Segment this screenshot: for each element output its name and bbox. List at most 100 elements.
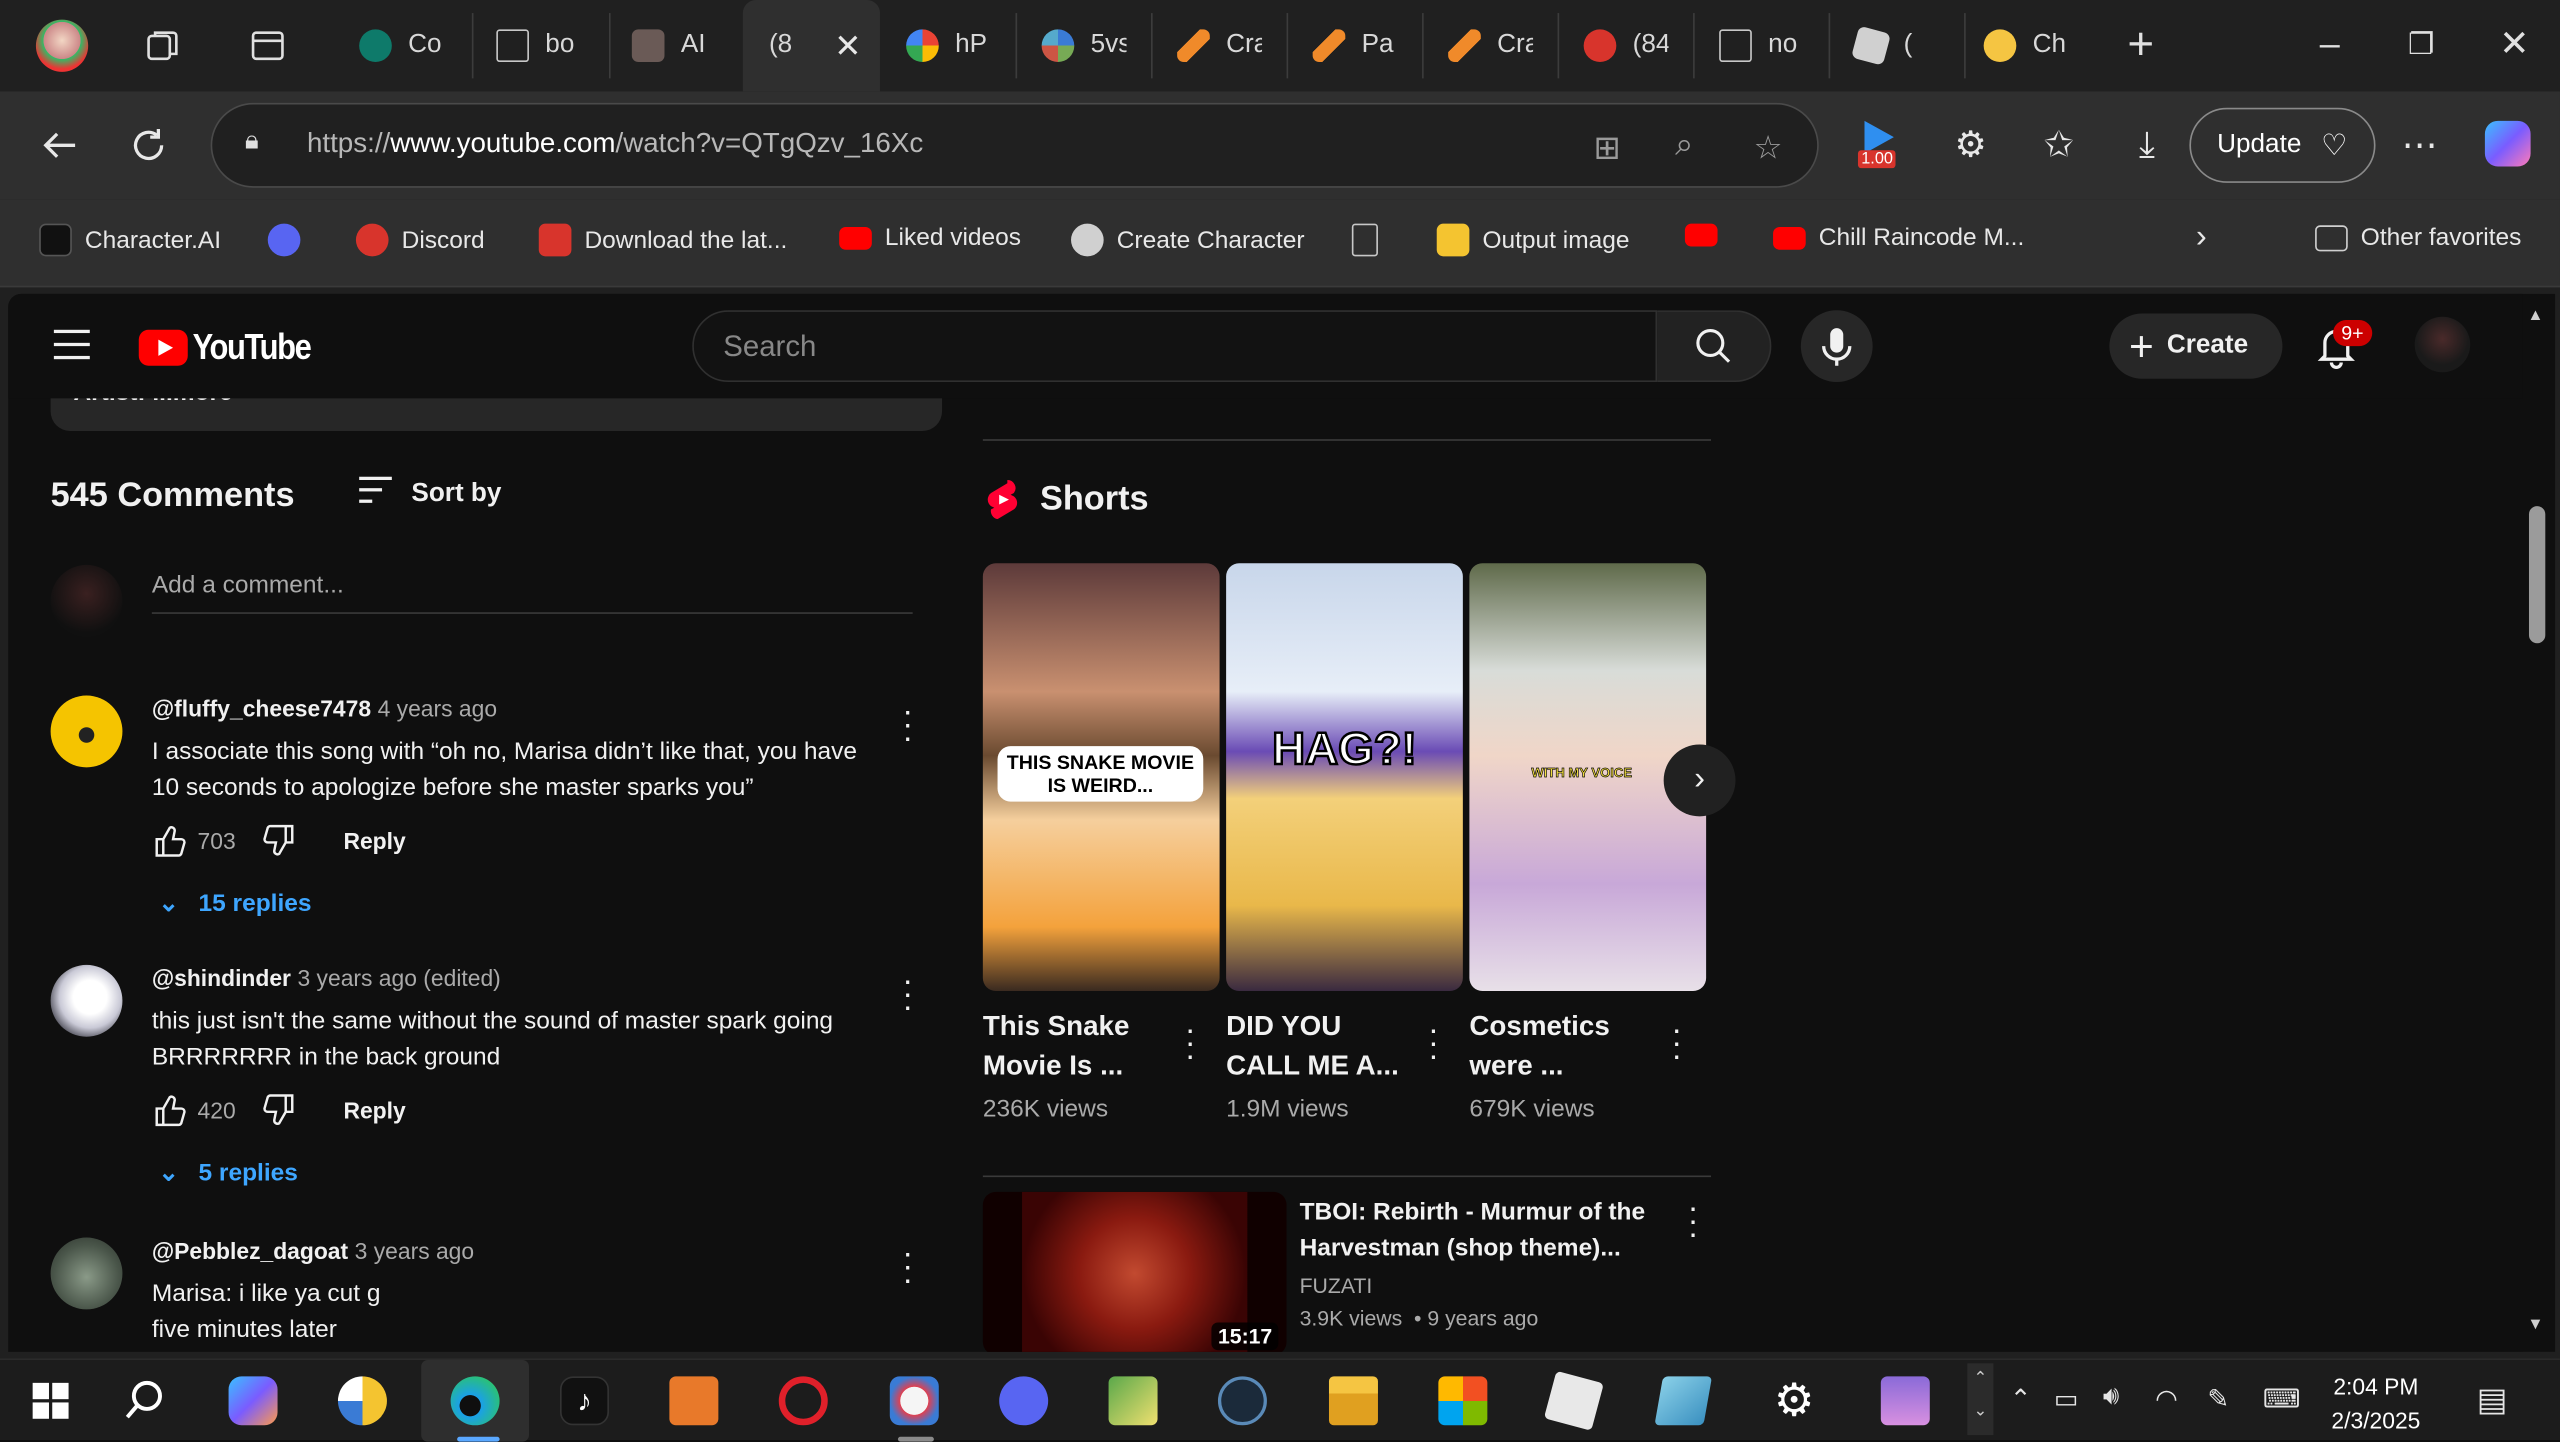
create-button[interactable]: + Create [2109,313,2283,379]
like-icon[interactable] [152,1092,188,1128]
tab-9[interactable]: Cra [1429,13,1560,79]
opera-icon[interactable] [778,1376,828,1426]
more-menu-icon[interactable]: ⋯ [2395,121,2444,170]
profile-avatar[interactable] [35,19,89,72]
tab-2[interactable]: bo [477,13,611,79]
account-avatar[interactable] [2414,316,2471,373]
tab-12[interactable]: ( [1835,13,1966,79]
comment-time[interactable]: 4 years ago [378,696,497,722]
short-thumbnail[interactable]: THIS SNAKE MOVIE IS WEIRD... [982,563,1220,992]
tab-7[interactable]: Cra [1158,13,1289,79]
comment-time[interactable]: 3 years ago [355,1238,474,1264]
microsoft-store-icon[interactable] [1438,1376,1488,1426]
comment-time[interactable]: 3 years ago (edited) [297,965,500,991]
tab-10[interactable]: (84 [1564,13,1695,79]
edge-icon[interactable] [450,1376,500,1426]
short-more-icon[interactable]: · · · [1425,1014,1441,1073]
new-tab-icon[interactable]: + [2127,19,2154,69]
app-available-icon[interactable]: ⊞ [1593,127,1620,168]
steam-icon[interactable] [1217,1376,1267,1426]
dislike-icon[interactable] [262,823,298,859]
favorite-download[interactable]: Download the lat... [538,223,787,257]
shorts-next-icon[interactable]: › [1663,744,1736,817]
microphone-icon[interactable] [1800,310,1873,383]
battery-icon[interactable]: ▭ [2054,1383,2079,1416]
add-comment-input[interactable]: Add a comment... [151,571,913,614]
favorite-discord-icon-only[interactable] [267,223,314,257]
favorite-discord[interactable]: Discord [355,223,485,257]
url-text[interactable]: https://www.youtube.com/watch?v=QTgQzv_1… [307,127,923,160]
notes-icon[interactable] [1654,1376,1713,1426]
comment-author[interactable]: @fluffy_cheese7478 [152,696,371,722]
short-title[interactable]: DID YOU CALL ME A... [1226,1007,1419,1085]
tab-5[interactable]: hP [887,13,1018,79]
zoom-icon[interactable]: ⌕ [1675,127,1693,165]
discord-icon[interactable] [999,1376,1049,1426]
like-icon[interactable] [152,823,188,859]
extensions-icon[interactable]: ⚙ [1946,121,1995,170]
search-button[interactable] [1657,310,1772,383]
commenter-avatar[interactable] [50,1237,123,1310]
close-tab-icon[interactable]: ✕ [834,25,861,66]
comment-author[interactable]: @Pebblez_dagoat [152,1238,348,1264]
dislike-icon[interactable] [262,1092,298,1128]
lock-icon[interactable]: 🔒︎ [245,127,271,160]
settings-gear-icon[interactable]: ⚙ [1770,1376,1819,1425]
youtube-logo[interactable]: YouTube [138,327,330,369]
favorite-chill-raincode[interactable]: Chill Raincode M... [1773,224,2024,251]
file-explorer-icon[interactable] [1328,1376,1378,1426]
taskbar-scroll-icon[interactable]: ⌃ ⌄ [1967,1363,1994,1436]
favorite-star-icon[interactable]: ☆ [1753,127,1782,168]
tab-active[interactable]: (8 ✕ [742,0,880,92]
tab-8[interactable]: Pa [1293,13,1424,79]
short-more-icon[interactable]: · · · [1182,1014,1198,1073]
scroll-up-icon[interactable]: ▲ [2527,307,2543,325]
short-title[interactable]: This Snake Movie Is ... [983,1007,1176,1085]
notification-center-icon[interactable]: ▤ [2477,1380,2508,1421]
image-editor-icon[interactable] [1108,1376,1158,1426]
search-icon[interactable] [121,1376,170,1425]
photos-icon[interactable] [337,1376,387,1426]
short-thumbnail[interactable]: HAG?! [1226,563,1463,992]
video-more-icon[interactable]: · · · [1685,1192,1701,1251]
tab-1[interactable]: Co [340,13,474,79]
short-more-icon[interactable]: · · · [1669,1014,1685,1073]
video-title[interactable]: TBOI: Rebirth - Murmur of the Harvestman… [1300,1195,1649,1267]
reply-button[interactable]: Reply [343,1097,405,1123]
downloads-icon[interactable]: ⤓ [2122,121,2171,170]
pen-icon[interactable]: ✎ [2207,1383,2229,1416]
favorite-output-image[interactable]: Output image [1436,223,1629,257]
paint-icon[interactable] [889,1376,939,1426]
favorite-document[interactable] [1351,223,1391,257]
favorites-overflow-chevron-icon[interactable]: › [2196,219,2207,257]
favorites-icon[interactable]: ✩ [2034,121,2083,170]
volume-icon[interactable]: 🔊︎ [2103,1383,2119,1412]
extension-playback-icon[interactable]: 1.00 [1857,111,1904,173]
short-title[interactable]: Cosmetics were ... [1469,1007,1662,1085]
show-hidden-icons-icon[interactable]: ⌃ [2010,1383,2032,1416]
scrollbar-thumb[interactable] [2528,506,2546,644]
video-channel[interactable]: FUZATI [1300,1273,1373,1297]
favorite-create-character[interactable]: Create Character [1071,223,1305,257]
keyboard-icon[interactable]: ⌨ [2263,1383,2301,1416]
taskbar-clock[interactable]: 2:04 PM 2/3/2025 [2331,1370,2420,1439]
copilot-icon[interactable] [2484,120,2531,167]
update-button[interactable]: Update ♡ [2189,107,2376,183]
workspaces-icon[interactable] [144,26,183,65]
favorite-liked-videos[interactable]: Liked videos [839,224,1021,251]
tab-13[interactable]: Ch [1964,13,2095,78]
comment-more-icon[interactable]: · · · [900,1238,916,1297]
favorite-youtube-icon-only[interactable] [1684,223,1731,247]
video-thumbnail[interactable]: 15:17 [982,1191,1287,1352]
tab-11[interactable]: no [1700,13,1831,79]
page-scrollbar[interactable]: ▲ ▼ [2522,293,2556,1352]
scroll-down-icon[interactable]: ▼ [2527,1316,2543,1334]
sort-by-button[interactable]: Sort by [359,476,501,511]
search-input[interactable] [693,311,1656,381]
restore-icon[interactable]: ❐ [2397,28,2446,62]
search-box[interactable] [692,310,1658,383]
refresh-icon[interactable] [124,121,173,170]
windows-start-icon[interactable] [26,1376,75,1425]
close-window-icon[interactable]: ✕ [2490,23,2539,65]
view-replies-button[interactable]: ⌄ 15 replies [158,888,311,918]
